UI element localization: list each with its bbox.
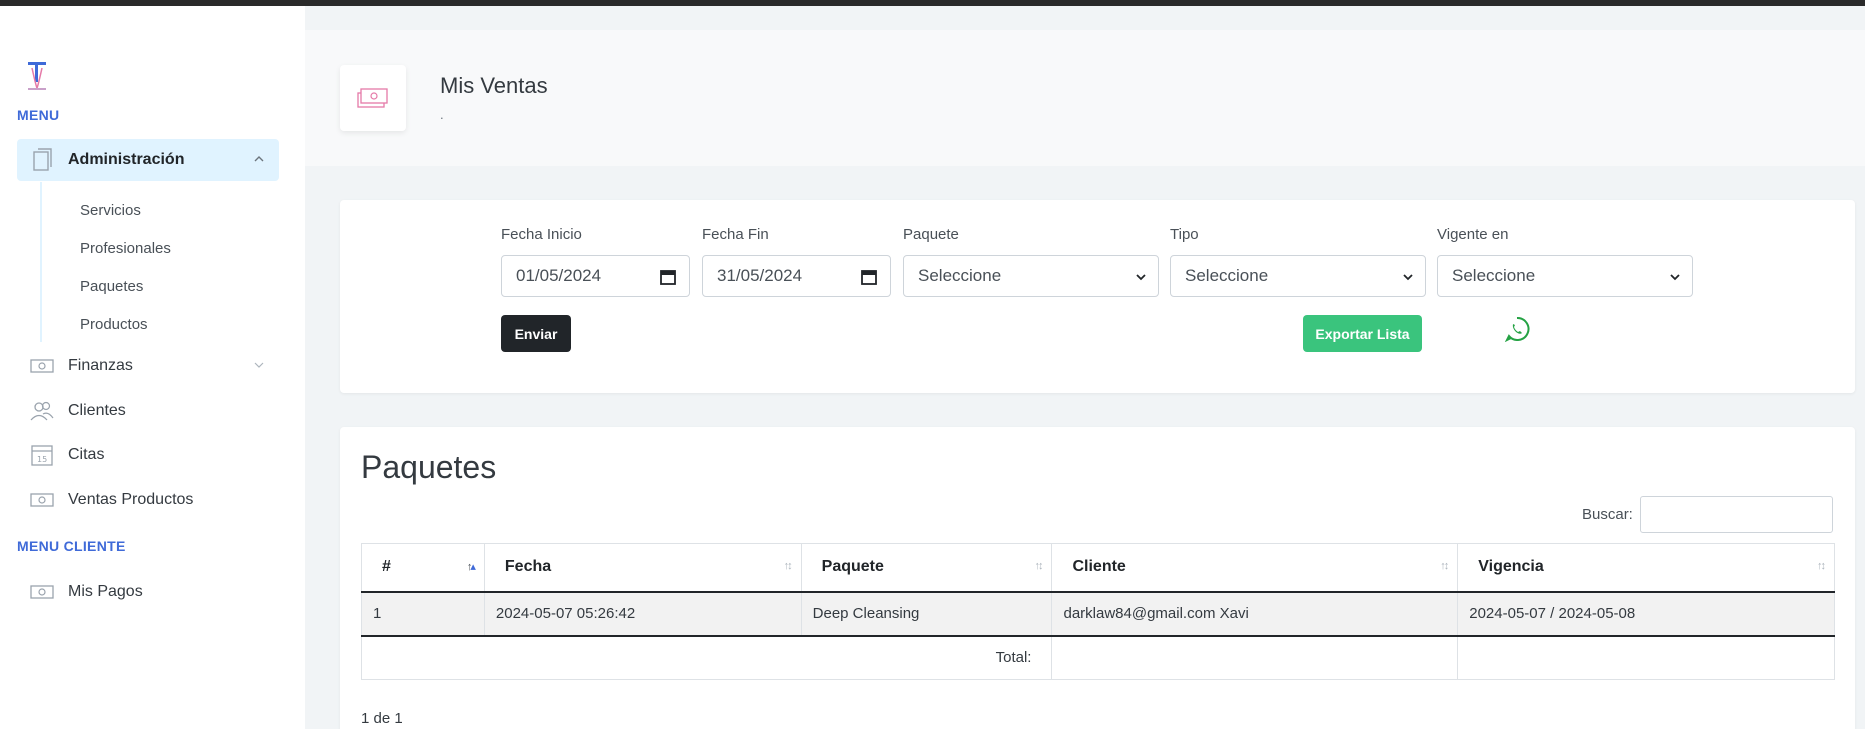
cell-fecha: 2024-05-07 05:26:42 <box>483 591 802 637</box>
paquete-label: Paquete <box>903 226 959 243</box>
sidebar-item-label: Finanzas <box>68 357 133 374</box>
calendar-icon[interactable] <box>860 268 878 286</box>
logo-icon <box>28 62 46 90</box>
sidebar-subitem-productos[interactable]: Productos <box>80 316 148 333</box>
column-header-fecha[interactable]: Fecha ↑↕ <box>483 543 802 593</box>
total-cell <box>1051 635 1459 680</box>
vigente-select[interactable]: Seleccione <box>1437 255 1693 297</box>
paquete-select[interactable]: Seleccione <box>903 255 1159 297</box>
cell-number: 1 <box>361 591 485 637</box>
search-label: Buscar: <box>1582 506 1633 523</box>
sidebar-item-ventas-productos[interactable]: Ventas Productos <box>17 479 279 521</box>
column-header-number[interactable]: # ↑▴ <box>361 543 485 593</box>
column-header-vigencia[interactable]: Vigencia ↑↕ <box>1457 543 1835 593</box>
vigente-selected: Seleccione <box>1452 266 1536 285</box>
column-header-cliente[interactable]: Cliente ↑↕ <box>1051 543 1459 593</box>
sidebar-item-administracion[interactable]: Administración <box>17 139 279 181</box>
sidebar-item-clientes[interactable]: Clientes <box>17 390 279 432</box>
sidebar-item-mis-pagos[interactable]: Mis Pagos <box>17 571 279 613</box>
page-subtitle: . <box>440 107 444 122</box>
sidebar-subitem-profesionales[interactable]: Profesionales <box>80 240 171 257</box>
tipo-label: Tipo <box>1170 226 1199 243</box>
sort-icon: ↑↕ <box>1440 560 1449 572</box>
table-header-row: # ↑▴ Fecha ↑↕ Paquete ↑↕ Cliente ↑↕ Vigencia… <box>361 543 1835 593</box>
fecha-fin-label: Fecha Fin <box>702 226 769 243</box>
page-title-icon-box <box>340 65 406 131</box>
menu-heading: MENU <box>17 107 60 123</box>
money-icon <box>30 493 54 507</box>
money-icon <box>30 585 54 599</box>
menu-cliente-heading: MENU CLIENTE <box>17 538 126 554</box>
chevron-down-icon <box>1403 274 1413 281</box>
vigente-label: Vigente en <box>1437 226 1509 243</box>
table-row: 1 2024-05-07 05:26:42 Deep Cleansing dar… <box>361 591 1835 637</box>
sidebar-item-label: Clientes <box>68 402 126 419</box>
cell-cliente: darklaw84@gmail.com Xavi <box>1051 591 1459 637</box>
exportar-lista-button[interactable]: Exportar Lista <box>1303 315 1422 352</box>
table-title: Paquetes <box>361 449 497 485</box>
calendar-icon[interactable] <box>659 268 677 286</box>
enviar-button[interactable]: Enviar <box>501 315 571 352</box>
chevron-down-icon <box>1136 274 1146 281</box>
fecha-fin-value: 31/05/2024 <box>717 266 803 285</box>
document-icon <box>33 148 52 171</box>
sidebar-item-citas[interactable]: 15 Citas <box>17 434 279 476</box>
fecha-inicio-input[interactable]: 01/05/2024 <box>501 255 690 297</box>
sidebar-subitem-servicios[interactable]: Servicios <box>80 202 141 219</box>
paquete-selected: Seleccione <box>918 266 1002 285</box>
sort-icon: ↑↕ <box>1034 560 1043 572</box>
submenu-line <box>40 182 42 342</box>
total-label: Total: <box>360 635 1053 680</box>
sidebar-item-finanzas[interactable]: Finanzas <box>17 345 279 387</box>
money-icon <box>357 88 388 108</box>
chevron-down-icon <box>1670 274 1680 281</box>
cell-vigencia: 2024-05-07 / 2024-05-08 <box>1457 591 1835 637</box>
cell-paquete: Deep Cleansing <box>800 591 1053 637</box>
sidebar-item-label: Ventas Productos <box>68 491 194 508</box>
column-header-paquete[interactable]: Paquete ↑↕ <box>800 543 1053 593</box>
sort-icon: ↑↕ <box>783 560 793 572</box>
tipo-selected: Seleccione <box>1185 266 1269 285</box>
money-icon <box>30 359 54 373</box>
chevron-up-icon <box>254 156 264 162</box>
page-title: Mis Ventas <box>440 73 548 98</box>
search-input[interactable] <box>1640 496 1833 533</box>
total-cell-empty <box>1457 635 1835 680</box>
table-total-row: Total: <box>360 635 1835 680</box>
sidebar-item-label: Mis Pagos <box>68 583 143 600</box>
sort-asc-icon: ↑▴ <box>466 561 476 573</box>
whatsapp-icon[interactable] <box>1504 316 1530 342</box>
sidebar-item-label: Administración <box>68 151 185 168</box>
fecha-inicio-value: 01/05/2024 <box>516 266 602 285</box>
sidebar-subitem-paquetes[interactable]: Paquetes <box>80 278 143 295</box>
users-icon <box>30 401 54 421</box>
fecha-inicio-label: Fecha Inicio <box>501 226 582 243</box>
svg-text:15: 15 <box>37 455 47 464</box>
tipo-select[interactable]: Seleccione <box>1170 255 1426 297</box>
paquetes-table: # ↑▴ Fecha ↑↕ Paquete ↑↕ Cliente ↑↕ Vigencia… <box>360 543 1835 680</box>
fecha-fin-input[interactable]: 31/05/2024 <box>702 255 891 297</box>
chevron-down-icon <box>254 362 264 368</box>
sidebar-item-label: Citas <box>68 446 105 463</box>
sort-icon: ↑↕ <box>1817 560 1826 572</box>
calendar-icon: 15 <box>31 445 53 466</box>
pagination-info: 1 de 1 <box>361 710 403 727</box>
